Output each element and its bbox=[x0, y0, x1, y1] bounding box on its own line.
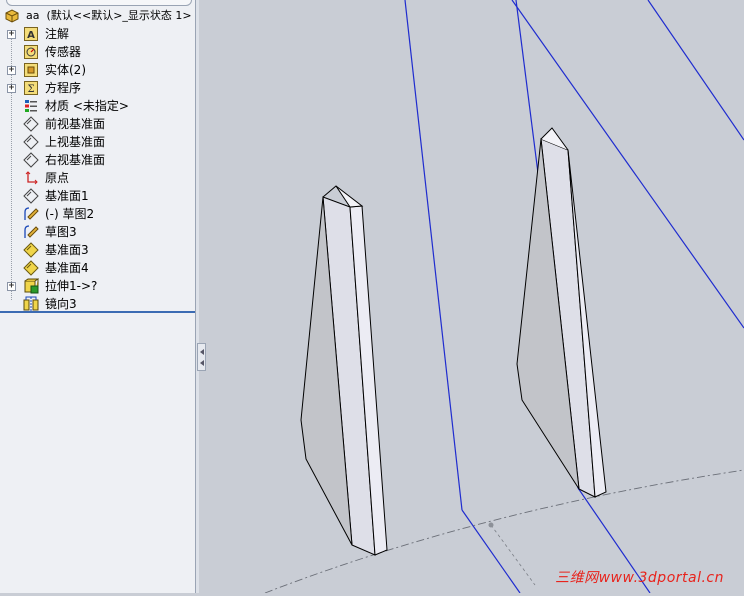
tree-item-label: 基准面1 bbox=[45, 189, 89, 203]
origin-icon bbox=[23, 170, 39, 186]
tree-item-material[interactable]: 材质 <未指定> bbox=[0, 97, 195, 115]
tree-filter-bar[interactable] bbox=[6, 0, 192, 6]
tree-item-sketch2[interactable]: (-) 草图2 bbox=[0, 205, 195, 223]
expand-icon[interactable]: + bbox=[7, 282, 16, 291]
tree-item-front-plane[interactable]: 前视基准面 bbox=[0, 115, 195, 133]
plane-icon bbox=[23, 116, 39, 132]
plane-icon bbox=[23, 188, 39, 204]
tree-item-label: 原点 bbox=[45, 171, 70, 185]
solid-bodies-folder-icon bbox=[23, 62, 39, 78]
plane-icon bbox=[23, 152, 39, 168]
tree-item-label: 方程序 bbox=[45, 81, 82, 95]
tree-item-label: 传感器 bbox=[45, 45, 82, 59]
tree-item-label: 右视基准面 bbox=[45, 153, 106, 167]
tree-item-plane4[interactable]: 基准面4 bbox=[0, 259, 195, 277]
sketch-icon bbox=[23, 206, 39, 222]
axis-point bbox=[488, 522, 494, 528]
tree-item-plane3[interactable]: 基准面3 bbox=[0, 241, 195, 259]
mirror-icon bbox=[23, 296, 39, 312]
tree-item-label: (-) 草图2 bbox=[45, 207, 95, 221]
tree-item-label: 上视基准面 bbox=[45, 135, 106, 149]
expand-icon[interactable]: + bbox=[7, 66, 16, 75]
plane-yellow-icon bbox=[23, 260, 39, 276]
plane-yellow-icon bbox=[23, 242, 39, 258]
part-name: aa bbox=[26, 9, 40, 22]
configuration-label: (默认<<默认>_显示状态 1> bbox=[46, 9, 192, 22]
tree-item-label: 注解 bbox=[45, 27, 70, 41]
feature-manager-tree: aa (默认<<默认>_显示状态 1> + A 注解 传感器 + 实体(2) +… bbox=[0, 0, 196, 593]
svg-text:A: A bbox=[27, 30, 35, 41]
svg-text:Σ: Σ bbox=[27, 84, 34, 95]
tree-root-part[interactable]: aa (默认<<默认>_显示状态 1> bbox=[0, 7, 195, 25]
graphics-viewport[interactable]: 三维网www.3dportal.cn bbox=[199, 0, 744, 594]
sketch-icon bbox=[23, 224, 39, 240]
rib-left[interactable] bbox=[300, 185, 388, 556]
tree-item-label: 拉伸1->? bbox=[45, 279, 98, 293]
material-icon bbox=[23, 98, 39, 114]
model-view[interactable] bbox=[199, 0, 744, 594]
rollback-bar[interactable] bbox=[0, 311, 195, 313]
rib-right[interactable] bbox=[516, 127, 607, 498]
expand-icon[interactable]: + bbox=[7, 30, 16, 39]
tree-item-label: 基准面3 bbox=[45, 243, 89, 257]
tree-item-label: 前视基准面 bbox=[45, 117, 106, 131]
tree-item-label: 镜向3 bbox=[45, 297, 77, 311]
tree-item-label: 草图3 bbox=[45, 225, 77, 239]
tree-item-top-plane[interactable]: 上视基准面 bbox=[0, 133, 195, 151]
tree-item-sketch3[interactable]: 草图3 bbox=[0, 223, 195, 241]
annotation-icon: A bbox=[23, 26, 39, 42]
tree-item-annotations[interactable]: + A 注解 bbox=[0, 25, 195, 43]
extrude-icon bbox=[23, 278, 39, 294]
tree-item-origin[interactable]: 原点 bbox=[0, 169, 195, 187]
tree-item-equations[interactable]: + Σ 方程序 bbox=[0, 79, 195, 97]
tree-item-solid-bodies[interactable]: + 实体(2) bbox=[0, 61, 195, 79]
tree-item-label: 基准面4 bbox=[45, 261, 89, 275]
plane-icon bbox=[23, 134, 39, 150]
sensor-icon bbox=[23, 44, 39, 60]
watermark-text: 三维网www.3dportal.cn bbox=[555, 570, 724, 586]
tree-item-right-plane[interactable]: 右视基准面 bbox=[0, 151, 195, 169]
centerline-segment bbox=[490, 524, 536, 586]
expand-icon[interactable]: + bbox=[7, 84, 16, 93]
part-icon bbox=[4, 8, 20, 24]
equations-icon: Σ bbox=[23, 80, 39, 96]
tree-item-sensors[interactable]: 传感器 bbox=[0, 43, 195, 61]
tree-item-label: 材质 <未指定> bbox=[45, 99, 129, 113]
tree-item-plane1[interactable]: 基准面1 bbox=[0, 187, 195, 205]
tree-item-extrude1[interactable]: + 拉伸1->? bbox=[0, 277, 195, 295]
tree-item-label: 实体(2) bbox=[45, 63, 86, 77]
